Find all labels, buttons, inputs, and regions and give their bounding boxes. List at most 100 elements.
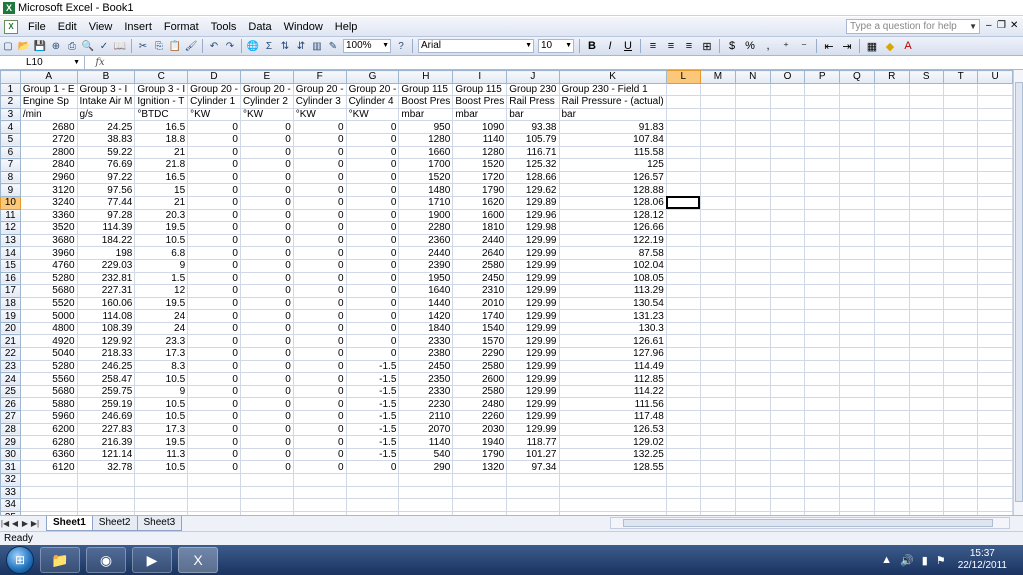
menu-view[interactable]: View [83, 21, 119, 33]
cell[interactable]: 128.55 [558, 460, 667, 474]
cell[interactable]: 0 [345, 258, 400, 273]
cell[interactable]: 1640 [398, 284, 454, 298]
row-header[interactable]: 6 [0, 145, 21, 160]
cell[interactable] [977, 271, 1013, 286]
cell[interactable]: 0 [187, 246, 241, 260]
cell[interactable] [769, 485, 806, 500]
cell[interactable] [804, 485, 840, 500]
cell[interactable]: 6360 [19, 447, 78, 462]
cell[interactable] [699, 447, 736, 462]
cell[interactable] [769, 183, 806, 197]
research-icon[interactable]: 📖 [113, 39, 127, 53]
cell[interactable] [699, 271, 736, 286]
cell[interactable] [908, 397, 944, 412]
row-header[interactable]: 3 [0, 107, 21, 122]
cell[interactable]: 6280 [19, 435, 78, 449]
cell[interactable]: 17.3 [134, 422, 189, 437]
cell[interactable] [942, 372, 979, 386]
cell[interactable]: Engine Sp [19, 95, 78, 109]
row-header[interactable]: 30 [0, 447, 21, 462]
cell[interactable]: 1520 [452, 158, 508, 172]
cell[interactable]: 126.61 [558, 334, 667, 349]
cell[interactable]: 129.99 [506, 309, 560, 323]
cell[interactable] [942, 271, 979, 286]
cell[interactable]: 128.06 [558, 195, 667, 210]
cell[interactable]: 19.5 [134, 435, 189, 449]
cell[interactable]: 21 [134, 195, 189, 210]
cell[interactable] [734, 347, 771, 361]
cell[interactable]: 0 [345, 221, 400, 235]
cell[interactable]: /min [19, 107, 78, 122]
cell[interactable]: 112.85 [558, 372, 667, 386]
zoom-select[interactable]: 100% ▼ [343, 39, 391, 53]
cell[interactable] [942, 447, 979, 462]
cell[interactable]: 0 [345, 309, 400, 323]
cell[interactable]: 0 [345, 460, 400, 474]
cell[interactable] [187, 485, 241, 500]
cell[interactable] [908, 485, 944, 500]
cell[interactable] [665, 372, 701, 386]
cell[interactable] [665, 498, 701, 512]
cell[interactable]: 2330 [398, 384, 454, 399]
cell[interactable]: 0 [239, 170, 294, 185]
cell[interactable]: 2310 [452, 284, 508, 298]
cell[interactable] [942, 158, 979, 172]
cell[interactable]: 0 [292, 233, 347, 248]
cell[interactable]: 2800 [19, 145, 78, 160]
cell[interactable] [734, 107, 771, 122]
show-hidden-icons-icon[interactable]: ▲ [881, 554, 892, 566]
column-header[interactable]: L [665, 70, 701, 84]
menu-help[interactable]: Help [329, 21, 364, 33]
column-header[interactable]: J [506, 70, 560, 84]
menu-format[interactable]: Format [158, 21, 205, 33]
cell[interactable] [942, 309, 979, 323]
cell[interactable] [665, 296, 701, 311]
cell[interactable]: 1280 [452, 145, 508, 160]
cell[interactable]: 0 [239, 435, 294, 449]
cell[interactable]: 129.99 [506, 296, 560, 311]
cell[interactable]: 5280 [19, 271, 78, 286]
cell[interactable] [977, 309, 1013, 323]
cell[interactable] [942, 195, 979, 210]
fill-color-icon[interactable]: ◆ [882, 39, 898, 53]
cell[interactable] [977, 284, 1013, 298]
cell[interactable]: -1.5 [345, 422, 400, 437]
cell[interactable] [665, 334, 701, 349]
cell[interactable]: 246.69 [76, 410, 136, 424]
cell[interactable]: Group 230 [506, 82, 560, 97]
cell[interactable]: 2360 [398, 233, 454, 248]
cell[interactable]: 5040 [19, 347, 78, 361]
cell[interactable]: 227.31 [76, 284, 136, 298]
cell[interactable]: 0 [345, 233, 400, 248]
cell[interactable] [804, 321, 840, 336]
cell[interactable] [769, 246, 806, 260]
cell[interactable] [804, 435, 840, 449]
cell[interactable] [665, 347, 701, 361]
cell[interactable]: 3360 [19, 208, 78, 223]
cell[interactable]: 129.92 [76, 334, 136, 349]
cell[interactable]: 129.99 [506, 384, 560, 399]
cell[interactable] [769, 284, 806, 298]
cell[interactable]: 87.58 [558, 246, 667, 260]
cell[interactable] [665, 284, 701, 298]
cell[interactable]: 59.22 [76, 145, 136, 160]
cell[interactable] [804, 107, 840, 122]
cell[interactable] [838, 309, 875, 323]
cell[interactable] [977, 95, 1013, 109]
cell[interactable]: 0 [292, 309, 347, 323]
tab-sheet1[interactable]: Sheet1 [46, 516, 93, 531]
cell[interactable] [873, 359, 910, 374]
cell[interactable] [838, 359, 875, 374]
cell[interactable] [838, 107, 875, 122]
cell[interactable] [734, 359, 771, 374]
cell[interactable]: 1520 [398, 170, 454, 185]
cell[interactable]: 24.25 [76, 120, 136, 134]
cell[interactable]: 290 [398, 460, 454, 474]
cell[interactable] [977, 233, 1013, 248]
cell[interactable]: 129.89 [506, 195, 560, 210]
align-center-icon[interactable]: ≡ [663, 39, 679, 53]
cell[interactable]: 129.99 [506, 397, 560, 412]
cell[interactable]: 11.3 [134, 447, 189, 462]
cell[interactable]: 0 [187, 422, 241, 437]
cell[interactable]: 4800 [19, 321, 78, 336]
